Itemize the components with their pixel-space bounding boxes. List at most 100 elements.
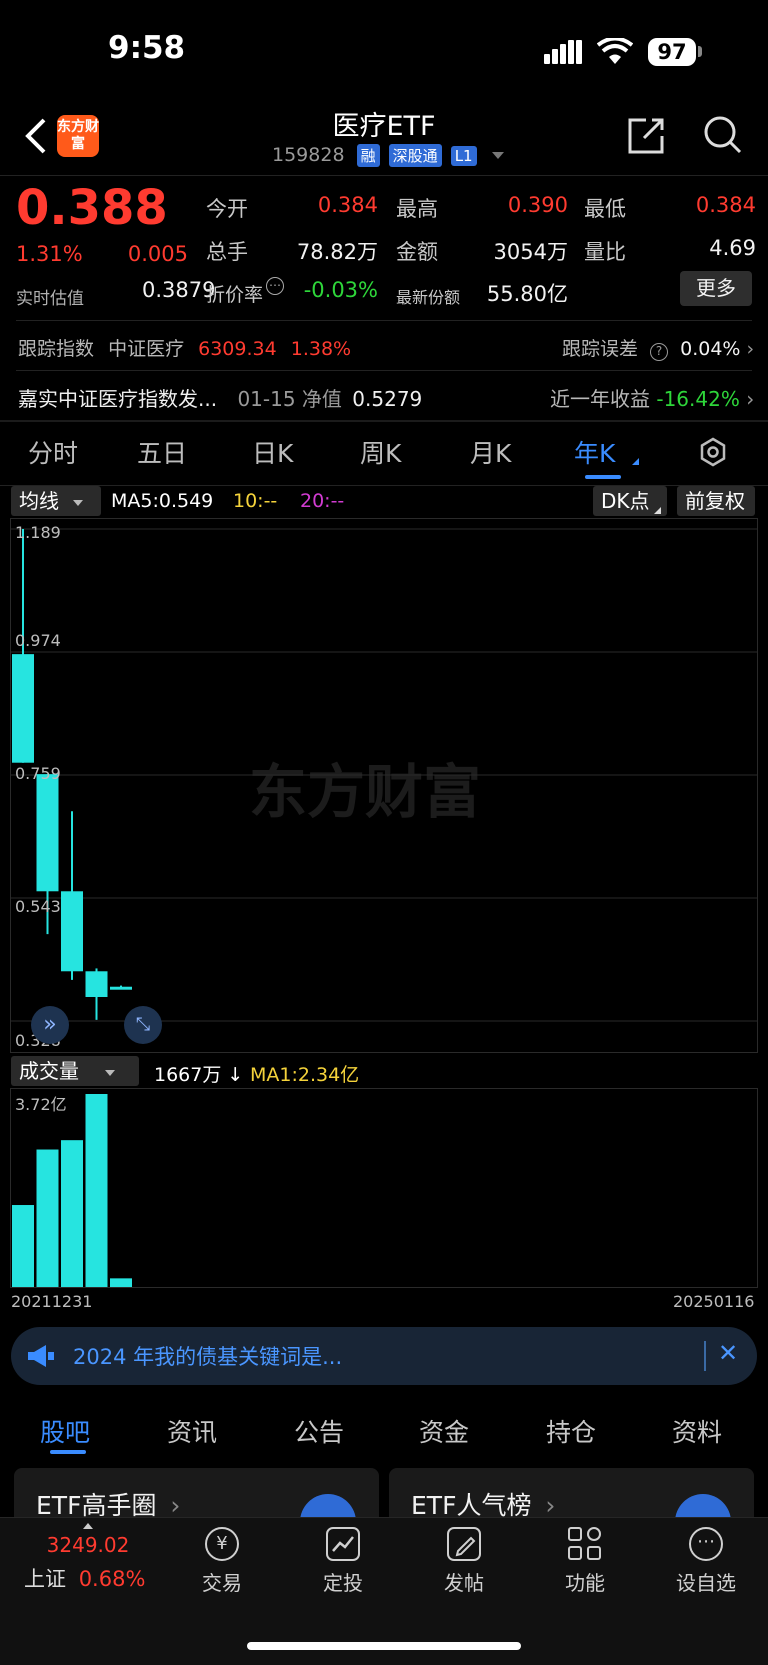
- tab-five-day[interactable]: 五日: [137, 434, 187, 470]
- status-time: 9:58: [108, 30, 186, 66]
- fund-code: 159828: [272, 144, 345, 166]
- news-banner[interactable]: 2024 年我的债基关键词是... ✕: [11, 1327, 757, 1385]
- change-value: 0.005: [127, 242, 188, 266]
- x-label-end: 20250116: [673, 1292, 755, 1311]
- yen-icon: ¥: [205, 1527, 239, 1561]
- amount-value: 3054万: [493, 240, 568, 264]
- low-label: 最低: [584, 197, 626, 221]
- badge-level: L1: [450, 146, 477, 166]
- tab-profile[interactable]: 资料: [672, 1413, 722, 1449]
- wifi-icon: [596, 36, 634, 70]
- ma-selector[interactable]: 均线: [11, 486, 101, 516]
- footer-post-label: 发帖: [444, 1571, 484, 1595]
- footer-functions[interactable]: 功能: [545, 1527, 625, 1596]
- tab-funds-flow[interactable]: 资金: [419, 1413, 469, 1449]
- nav-date: 01-15: [237, 387, 296, 411]
- price-chart[interactable]: 东方财富 1.189 0.974 0.759 0.543 0.328 » ⤡: [10, 518, 758, 1053]
- shares-value: 55.80亿: [486, 282, 568, 306]
- divider: [0, 175, 768, 176]
- discount-label: 折价率: [206, 284, 264, 306]
- footer-invest[interactable]: 定投: [303, 1527, 383, 1596]
- y-label-max: 1.189: [15, 523, 61, 542]
- tab-weekly-k[interactable]: 周K: [360, 434, 401, 470]
- realtime-est: 0.3879: [142, 278, 216, 302]
- home-indicator: [247, 1642, 521, 1650]
- chart-icon: [326, 1527, 360, 1561]
- volume-max-label: 3.72亿: [15, 1095, 67, 1114]
- index-name: 上证: [24, 1567, 66, 1591]
- open-value: 0.384: [317, 193, 378, 217]
- tab-forum[interactable]: 股吧: [40, 1413, 90, 1449]
- dropdown-corner-icon: [632, 458, 639, 465]
- card-title-text: ETF人气榜: [411, 1491, 532, 1520]
- tracking-index-name: 中证医疗: [108, 338, 185, 360]
- year-return-row[interactable]: 近一年收益 -16.42% ›: [550, 383, 754, 412]
- close-icon[interactable]: ✕: [718, 1339, 738, 1367]
- forum-tab-indicator: [50, 1450, 86, 1454]
- chevron-right-icon: ›: [746, 387, 755, 411]
- realtime-est-label: 实时估值: [16, 289, 84, 309]
- signal-icon: [544, 40, 584, 68]
- share-icon[interactable]: [626, 116, 666, 160]
- nav-label: 净值: [301, 387, 342, 411]
- footer-invest-label: 定投: [323, 1571, 363, 1595]
- nav-value: 0.5279: [352, 387, 423, 411]
- year-return-label: 近一年收益: [550, 387, 650, 411]
- badge-connect: 深股通: [388, 144, 442, 167]
- tracking-row[interactable]: 跟踪指数 中证医疗 6309.34 1.38%: [18, 334, 351, 361]
- tracking-error-label: 跟踪误差: [562, 338, 639, 360]
- low-value: 0.384: [695, 193, 756, 217]
- index-value: 3249.02: [46, 1533, 130, 1557]
- tracking-index-pct: 1.38%: [290, 338, 352, 360]
- volume-current-value: 1667万: [154, 1064, 222, 1086]
- volume-chart[interactable]: 3.72亿: [10, 1088, 758, 1288]
- caret-down-icon[interactable]: [491, 152, 504, 159]
- tab-daily-k[interactable]: 日K: [252, 434, 293, 470]
- settings-icon[interactable]: [698, 437, 728, 471]
- volume-ma: MA1:2.34亿: [250, 1064, 360, 1086]
- section-gap: [0, 420, 768, 422]
- index-widget[interactable]: 3249.02 上证 0.68%: [18, 1523, 158, 1593]
- dk-label: DK点: [601, 489, 650, 513]
- footer-trade[interactable]: ¥ 交易: [182, 1527, 262, 1596]
- volume-bar: [61, 1140, 83, 1287]
- arrow-down-icon: ↓: [227, 1064, 244, 1086]
- tab-yearly-k[interactable]: 年K: [574, 434, 615, 470]
- tab-intraday[interactable]: 分时: [28, 434, 78, 470]
- help-icon[interactable]: ?: [650, 343, 669, 361]
- tracking-error-value: 0.04%: [680, 338, 741, 360]
- footer-functions-label: 功能: [565, 1571, 605, 1595]
- fullscreen-icon[interactable]: ⤡: [124, 1006, 162, 1044]
- fund-row[interactable]: 嘉实中证医疗指数发... 01-15 净值 0.5279: [18, 383, 422, 412]
- divider: [16, 320, 752, 321]
- tab-holdings[interactable]: 持仓: [546, 1413, 596, 1449]
- search-icon[interactable]: [702, 114, 744, 160]
- tab-monthly-k[interactable]: 月K: [470, 434, 511, 470]
- tracking-error-row[interactable]: 跟踪误差 ? 0.04% ›: [562, 334, 754, 361]
- volume-value: 78.82万: [296, 240, 378, 264]
- volume-bar: [110, 1278, 132, 1287]
- tracking-index-value: 6309.34: [198, 338, 277, 360]
- caret-up-icon: [83, 1523, 93, 1529]
- volume-ratio-value: 4.69: [709, 236, 756, 260]
- volume-selector[interactable]: 成交量: [11, 1056, 139, 1086]
- year-return-value: -16.42%: [656, 387, 740, 411]
- index-pct: 0.68%: [78, 1567, 146, 1591]
- tab-news[interactable]: 资讯: [167, 1413, 217, 1449]
- edit-icon: [447, 1527, 481, 1561]
- footer-post[interactable]: 发帖: [424, 1527, 504, 1596]
- volume-bar: [12, 1205, 34, 1287]
- footer-watchlist[interactable]: ⋯ 设自选: [666, 1527, 746, 1596]
- volume-bar: [85, 1094, 108, 1287]
- megaphone-icon: [26, 1343, 56, 1373]
- footer-watchlist-label: 设自选: [676, 1571, 736, 1595]
- tab-announcements[interactable]: 公告: [294, 1413, 344, 1449]
- more-button[interactable]: 更多: [680, 271, 752, 306]
- expand-left-icon[interactable]: »: [31, 1006, 69, 1044]
- fund-name: 嘉实中证医疗指数发...: [18, 387, 218, 411]
- watermark: 东方财富: [249, 758, 481, 826]
- adjust-button[interactable]: 前复权: [677, 486, 755, 516]
- candle-body: [85, 971, 108, 997]
- y-label-2: 0.974: [15, 631, 61, 650]
- card-title-text: ETF高手圈: [36, 1491, 157, 1520]
